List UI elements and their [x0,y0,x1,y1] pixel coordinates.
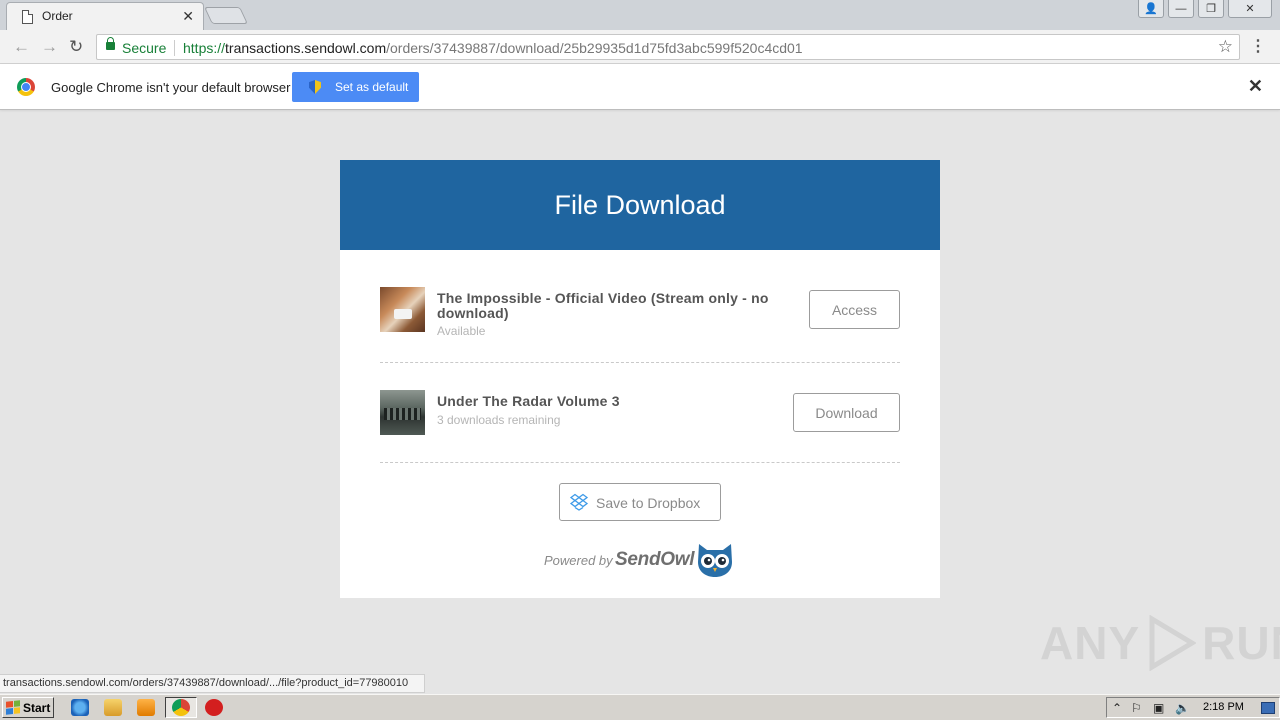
dropbox-icon [570,493,588,511]
set-as-default-button[interactable]: Set as default [292,72,419,102]
network-icon[interactable]: ▣ [1153,701,1164,715]
item-title: The Impossible - Official Video (Stream … [437,290,769,321]
action-center-flag-icon[interactable]: ⚐ [1131,701,1142,715]
watermark-left: ANY [1040,617,1141,669]
watermark-right: RUN [1202,617,1280,669]
product-thumbnail [380,287,425,332]
list-item: Under The Radar Volume 3 3 downloads rem… [380,390,900,436]
tab-close-icon[interactable]: ✕ [182,8,194,24]
url-host: transactions.sendowl.com [225,40,387,56]
infobar-close-icon[interactable]: ✕ [1248,76,1263,97]
clock[interactable]: 2:18 PM [1203,701,1244,713]
window-controls: 👤 — ❐ ✕ [1138,0,1272,18]
status-bar-url: transactions.sendowl.com/orders/37439887… [0,674,426,693]
restore-button[interactable]: ❐ [1198,0,1224,18]
minimize-button[interactable]: — [1168,0,1194,18]
tab-strip: Order ✕ 👤 — ❐ ✕ [0,0,1280,30]
set-as-default-label: Set as default [335,80,409,94]
infobar-message: Google Chrome isn't your default browser [51,80,291,95]
chrome-icon [172,699,190,716]
product-thumbnail [380,390,425,435]
chrome-menu-icon[interactable]: ⋮ [1250,36,1266,56]
browser-tab[interactable]: Order ✕ [6,2,204,30]
reload-icon[interactable]: ↻ [69,37,83,57]
chrome-logo-icon [17,78,35,96]
start-label: Start [23,700,51,715]
windows-taskbar: Start ⌃ ⚐ ▣ 🔈 2:18 PM [0,694,1280,720]
divider [380,362,900,363]
file-explorer-icon[interactable] [104,699,122,716]
powered-by-text: Powered by [544,553,613,568]
list-item: The Impossible - Official Video (Stream … [380,287,900,338]
system-tray: ⌃ ⚐ ▣ 🔈 2:18 PM [1106,697,1280,718]
media-player-icon[interactable] [137,699,155,716]
show-desktop-icon[interactable] [1261,702,1275,714]
lock-icon [106,37,115,50]
url-path: /orders/37439887/download/25b29935d1d75f… [386,40,803,56]
user-icon[interactable]: 👤 [1138,0,1164,18]
default-browser-infobar: Google Chrome isn't your default browser… [0,64,1280,110]
divider [380,462,900,463]
windows-logo-icon [6,700,20,715]
item-title: Under The Radar Volume 3 [437,393,620,409]
browser-toolbar: ← → ↻ Secure https://transactions.sendow… [0,30,1280,64]
opera-icon[interactable] [205,699,223,716]
sendowl-brand[interactable]: SendOwl [615,549,695,571]
new-tab-button[interactable] [204,7,248,24]
close-window-button[interactable]: ✕ [1228,0,1272,18]
item-status: Available [437,324,486,338]
download-card: File Download The Impossible - Official … [340,160,940,598]
secure-label: Secure [122,40,167,56]
url-text[interactable]: https://transactions.sendowl.com/orders/… [183,40,803,56]
sendowl-owl-logo-icon[interactable] [695,542,735,578]
url-scheme: https:// [183,40,226,56]
save-to-dropbox-button[interactable]: Save to Dropbox [559,483,721,521]
play-logo-icon [1149,615,1197,671]
start-button[interactable]: Start [2,697,54,718]
volume-icon[interactable]: 🔈 [1175,701,1190,715]
bookmark-star-icon[interactable]: ☆ [1218,37,1233,57]
uac-shield-icon [309,80,321,94]
item-status: 3 downloads remaining [437,413,561,427]
back-arrow-icon[interactable]: ← [13,37,30,57]
internet-explorer-icon[interactable] [71,699,89,716]
anyrun-watermark: ANY RUN [1040,613,1280,673]
forward-arrow-icon[interactable]: → [41,37,58,57]
address-bar[interactable]: Secure https://transactions.sendowl.com/… [96,34,1240,60]
access-button[interactable]: Access [809,290,900,329]
dropbox-button-label: Save to Dropbox [596,495,701,511]
tab-title: Order [42,9,73,23]
page-icon [22,10,33,24]
page-title: File Download [340,160,940,250]
chrome-taskbar-button[interactable] [165,697,197,718]
omnibox-separator [174,40,175,56]
tray-expand-icon[interactable]: ⌃ [1112,701,1122,715]
download-button[interactable]: Download [793,393,900,432]
